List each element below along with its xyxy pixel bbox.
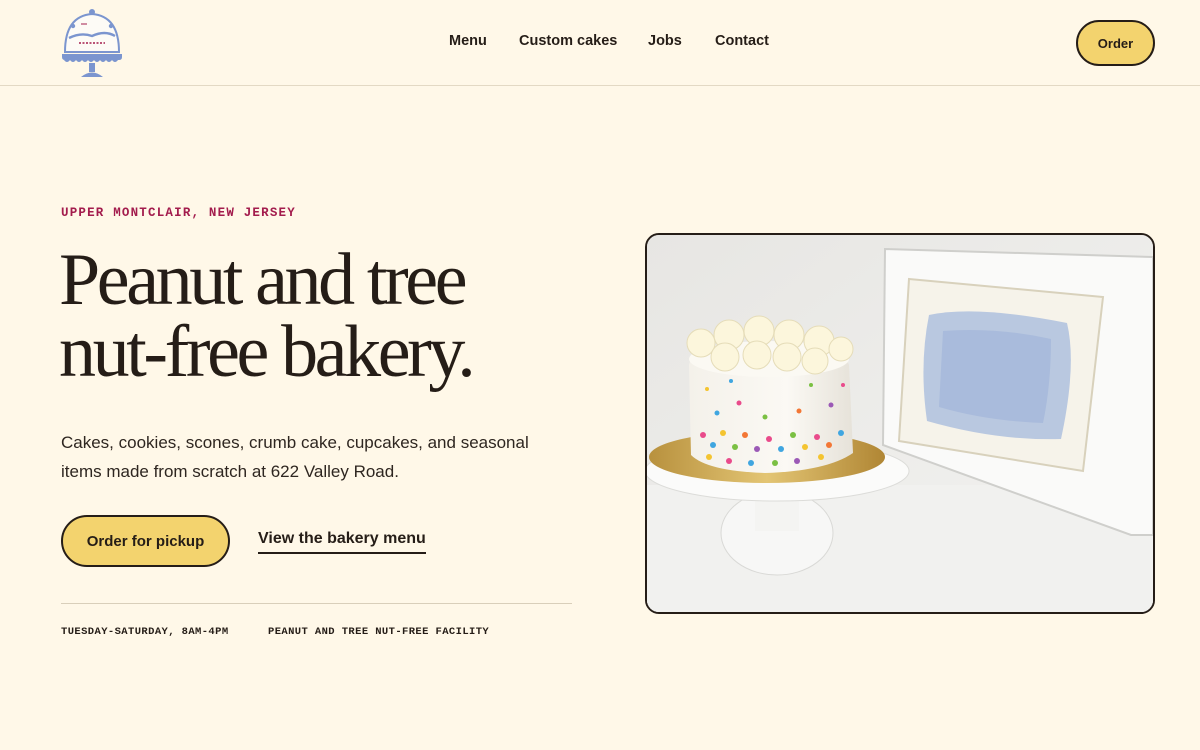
divider: [61, 603, 572, 604]
cake-photo-illustration: [647, 235, 1153, 612]
nav-menu-link[interactable]: Menu: [449, 33, 487, 49]
hero-cake-image: [645, 233, 1155, 614]
nav-jobs-link[interactable]: Jobs: [648, 33, 682, 49]
site-header: Menu Custom cakes Jobs Contact Order: [0, 0, 1200, 86]
nav-contact-link[interactable]: Contact: [715, 33, 769, 49]
page-title-line-2: nut-free bakery.: [59, 311, 476, 393]
main-nav: Menu Custom cakes Jobs Contact: [0, 0, 1200, 86]
hero-description: Cakes, cookies, scones, crumb cake, cupc…: [61, 433, 529, 481]
page-title: Peanut and tree nut-free bakery.: [59, 239, 599, 393]
page-title-line-1: Peanut and tree: [59, 239, 468, 321]
facility-text: PEANUT AND TREE NUT-FREE FACILITY: [268, 626, 490, 638]
location-eyebrow: UPPER MONTCLAIR, NEW JERSEY: [61, 206, 296, 220]
hours-text: TUESDAY-SATURDAY, 8AM-4PM: [61, 626, 229, 638]
order-button[interactable]: Order: [1076, 20, 1155, 66]
order-for-pickup-button[interactable]: Order for pickup: [61, 515, 230, 567]
nav-custom-cakes-link[interactable]: Custom cakes: [519, 33, 617, 49]
view-menu-link[interactable]: View the bakery menu: [258, 530, 426, 554]
